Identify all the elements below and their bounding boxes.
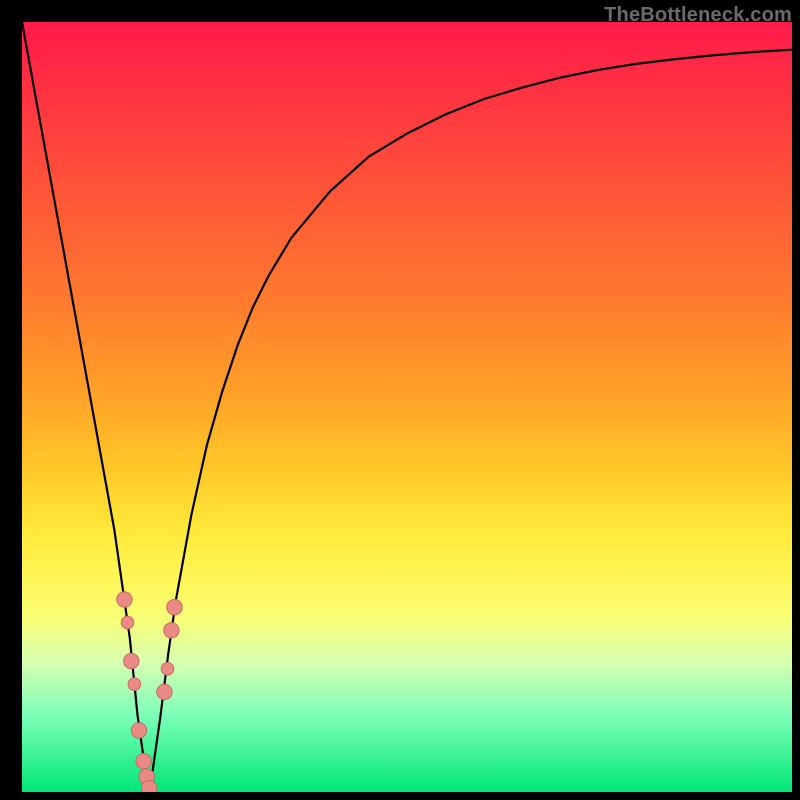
- data-marker: [131, 723, 146, 738]
- data-marker: [161, 663, 174, 676]
- data-marker: [121, 616, 134, 629]
- data-marker: [117, 592, 132, 607]
- chart-stage: TheBottleneck.com: [0, 0, 800, 800]
- data-marker: [124, 653, 139, 668]
- curve-layer: [22, 22, 792, 792]
- watermark-text: TheBottleneck.com: [604, 4, 792, 27]
- data-marker: [164, 623, 179, 638]
- data-marker: [141, 780, 156, 792]
- plot-area: [22, 22, 792, 792]
- data-marker: [157, 684, 172, 699]
- bottleneck-curve: [22, 22, 792, 792]
- data-marker: [167, 600, 182, 615]
- data-markers: [117, 592, 182, 792]
- data-marker: [139, 769, 154, 784]
- data-marker: [136, 754, 151, 769]
- data-marker: [128, 678, 141, 691]
